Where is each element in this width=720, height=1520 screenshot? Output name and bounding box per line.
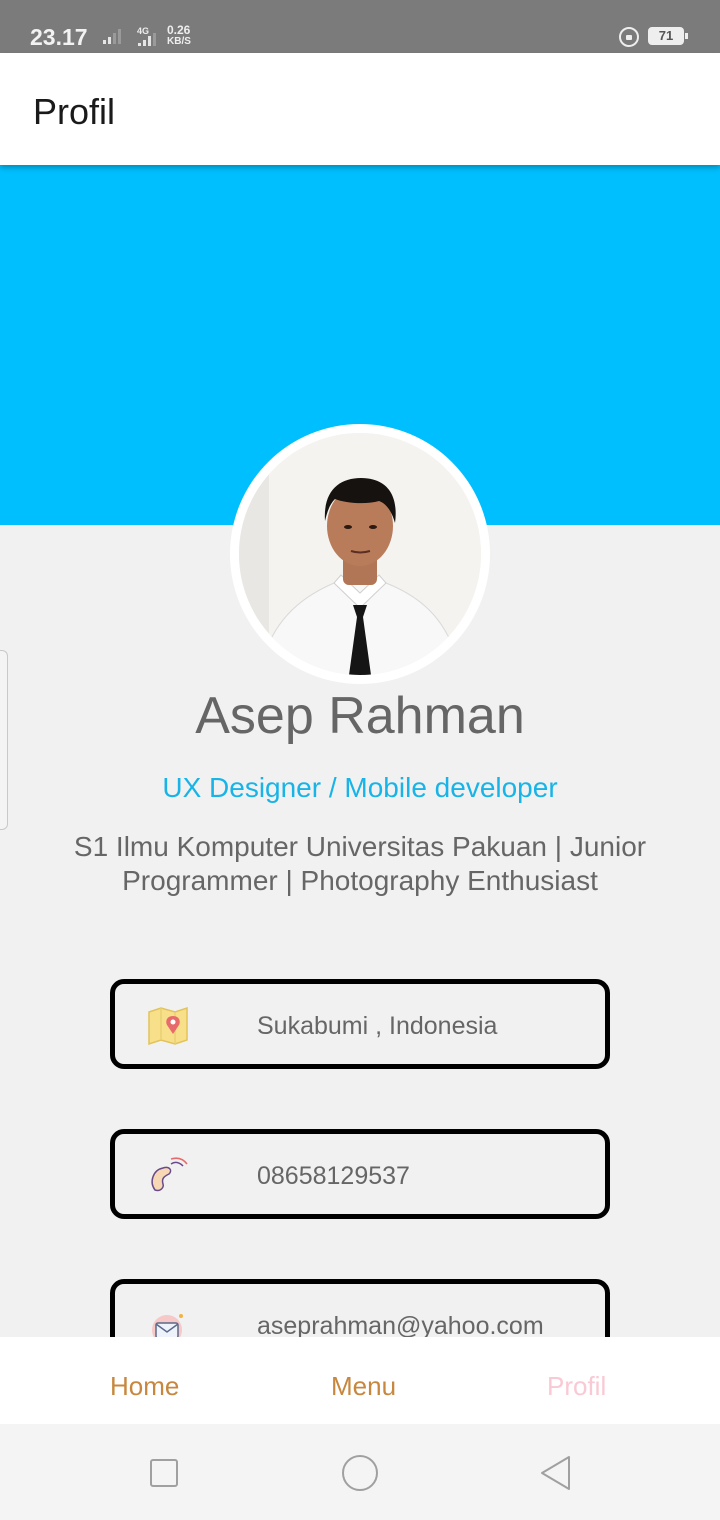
signal-strength-icon (103, 26, 121, 44)
bottom-navigation: Home Menu Profil (0, 1337, 720, 1424)
nav-menu[interactable]: Menu (331, 1371, 396, 1402)
contact-card-location[interactable]: Sukabumi , Indonesia (110, 979, 610, 1069)
avatar-photo (239, 433, 481, 675)
signal-strength-icon-2 (138, 32, 156, 46)
rotation-lock-icon (619, 27, 639, 47)
profile-name: Asep Rahman (195, 687, 525, 745)
profile-bio: S1 Ilmu Komputer Universitas Pakuan | Ju… (73, 831, 647, 896)
home-button[interactable] (342, 1455, 378, 1491)
avatar[interactable] (239, 433, 481, 675)
contact-location-text: Sukabumi , Indonesia (257, 1012, 498, 1040)
page-title: Profil (33, 91, 116, 132)
recent-apps-button[interactable] (150, 1459, 178, 1487)
back-button[interactable] (538, 1454, 574, 1492)
system-navigation-bar (0, 1424, 720, 1520)
profile-role: UX Designer / Mobile developer (162, 772, 558, 803)
nav-home[interactable]: Home (110, 1371, 179, 1402)
avatar-frame (230, 424, 490, 684)
phone-icon (147, 1156, 189, 1196)
nav-profil[interactable]: Profil (547, 1371, 606, 1402)
network-speed-value: 0.26 (167, 23, 191, 37)
map-location-icon (147, 1006, 189, 1046)
network-speed: 0.26 KB/S (167, 24, 191, 48)
app-bar: Profil (0, 53, 720, 165)
status-time: 23.17 (30, 24, 88, 50)
contact-card-phone[interactable]: 08658129537 (110, 1129, 610, 1219)
battery-tip (685, 33, 688, 39)
battery-icon: 71 (648, 27, 684, 45)
contact-phone-text: 08658129537 (257, 1162, 410, 1190)
status-bar: 23.17 4G 0.26 KB/S 71 (0, 0, 720, 53)
network-speed-unit: KB/S (167, 36, 191, 47)
